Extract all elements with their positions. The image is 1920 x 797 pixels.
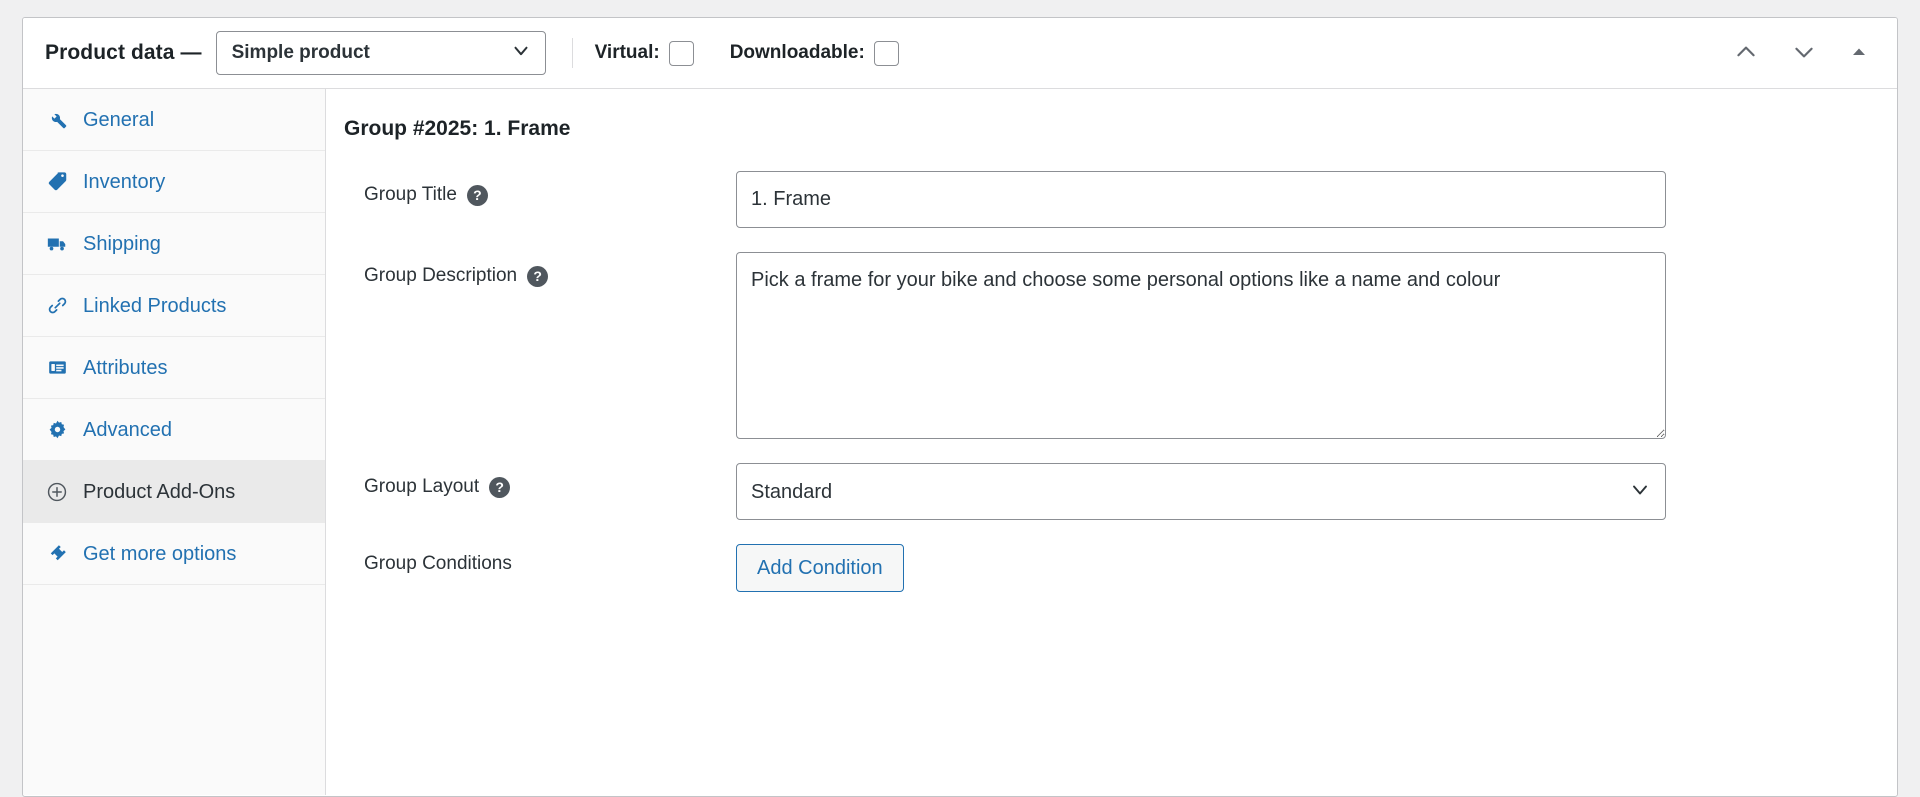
group-title-label-wrap: Group Title ? bbox=[326, 171, 736, 208]
link-icon bbox=[45, 294, 69, 318]
group-layout-label-wrap: Group Layout ? bbox=[326, 463, 736, 500]
toggle-panel-button[interactable] bbox=[1843, 38, 1875, 69]
group-heading: Group #2025: 1. Frame bbox=[344, 117, 571, 140]
sidebar-item-label: Get more options bbox=[83, 542, 237, 565]
tabs-filler bbox=[23, 585, 325, 647]
virtual-field[interactable]: Virtual: bbox=[594, 40, 694, 66]
header-divider bbox=[571, 38, 573, 68]
group-layout-select-wrapper: Standard bbox=[736, 463, 1666, 520]
triangle-up-icon bbox=[1849, 42, 1869, 65]
sidebar-item-attributes[interactable]: Attributes bbox=[23, 337, 325, 399]
wrench-icon bbox=[45, 108, 69, 132]
downloadable-field[interactable]: Downloadable: bbox=[729, 40, 899, 66]
field-row-group-title: Group Title ? bbox=[326, 159, 1897, 240]
move-up-button[interactable] bbox=[1727, 35, 1765, 72]
sidebar-item-label: Linked Products bbox=[83, 294, 227, 317]
sidebar-item-label: Advanced bbox=[83, 418, 172, 441]
help-icon[interactable]: ? bbox=[466, 184, 488, 206]
group-title-label: Group Title bbox=[364, 184, 457, 205]
sidebar-item-label: Product Add-Ons bbox=[83, 480, 236, 503]
sidebar-item-shipping[interactable]: Shipping bbox=[23, 213, 325, 275]
field-row-group-description: Group Description ? Pick a frame for you… bbox=[326, 240, 1897, 451]
page-title: Product data — bbox=[45, 41, 202, 64]
downloadable-checkbox[interactable] bbox=[873, 40, 899, 66]
group-form: Group Title ? Group Description ? Pick a… bbox=[326, 159, 1897, 604]
group-conditions-label: Group Conditions bbox=[364, 553, 512, 574]
truck-icon bbox=[45, 232, 69, 256]
group-description-label-wrap: Group Description ? bbox=[326, 252, 736, 289]
group-description-textarea[interactable]: Pick a frame for your bike and choose so… bbox=[736, 252, 1666, 439]
sidebar-item-advanced[interactable]: Advanced bbox=[23, 399, 325, 461]
group-title-control bbox=[736, 171, 1897, 228]
chevron-up-icon bbox=[1733, 39, 1759, 68]
group-layout-select[interactable]: Standard bbox=[736, 463, 1666, 520]
group-layout-label: Group Layout bbox=[364, 476, 480, 497]
list-view-icon bbox=[45, 356, 69, 380]
move-down-button[interactable] bbox=[1785, 35, 1823, 72]
sidebar-item-label: Inventory bbox=[83, 170, 166, 193]
field-row-group-layout: Group Layout ? Standard bbox=[326, 451, 1897, 532]
help-icon[interactable]: ? bbox=[489, 476, 511, 498]
product-type-select[interactable]: Simple product bbox=[215, 31, 546, 75]
product-type-select-wrapper: Simple product bbox=[215, 31, 546, 75]
sidebar-item-product-add-ons[interactable]: Product Add-Ons bbox=[23, 461, 325, 523]
plugin-icon bbox=[45, 542, 69, 566]
group-description-control: Pick a frame for your bike and choose so… bbox=[736, 252, 1897, 439]
plus-circle-icon bbox=[45, 480, 69, 504]
product-add-ons-panel: Group #2025: 1. Frame Group Title ? Grou… bbox=[326, 89, 1897, 795]
product-data-tabs: General Inventory Shipping Linked Produc… bbox=[23, 89, 326, 795]
sidebar-item-general[interactable]: General bbox=[23, 89, 325, 151]
header-actions bbox=[1727, 35, 1879, 72]
sidebar-item-label: Shipping bbox=[83, 232, 161, 255]
group-title-input[interactable] bbox=[736, 171, 1666, 228]
product-data-header: Product data — Simple product Virtual: D… bbox=[23, 18, 1897, 89]
group-conditions-control: Add Condition bbox=[736, 544, 1897, 592]
field-row-group-conditions: Group Conditions Add Condition bbox=[326, 532, 1897, 604]
product-data-metabox: Product data — Simple product Virtual: D… bbox=[22, 17, 1898, 797]
downloadable-label: Downloadable: bbox=[729, 42, 865, 63]
sidebar-item-inventory[interactable]: Inventory bbox=[23, 151, 325, 213]
sidebar-item-linked-products[interactable]: Linked Products bbox=[23, 275, 325, 337]
group-conditions-label-wrap: Group Conditions bbox=[326, 544, 736, 577]
help-icon[interactable]: ? bbox=[527, 265, 549, 287]
sidebar-item-label: Attributes bbox=[83, 356, 168, 379]
sidebar-item-get-more-options[interactable]: Get more options bbox=[23, 523, 325, 585]
sidebar-item-label: General bbox=[83, 108, 155, 131]
add-condition-button[interactable]: Add Condition bbox=[736, 544, 904, 592]
virtual-checkbox[interactable] bbox=[668, 40, 694, 66]
gear-icon bbox=[45, 418, 69, 442]
group-layout-control: Standard bbox=[736, 463, 1897, 520]
chevron-down-icon bbox=[1791, 39, 1817, 68]
tag-icon bbox=[45, 170, 69, 194]
product-data-body: General Inventory Shipping Linked Produc… bbox=[23, 89, 1897, 795]
virtual-label: Virtual: bbox=[594, 42, 660, 63]
group-description-label: Group Description bbox=[364, 265, 518, 286]
